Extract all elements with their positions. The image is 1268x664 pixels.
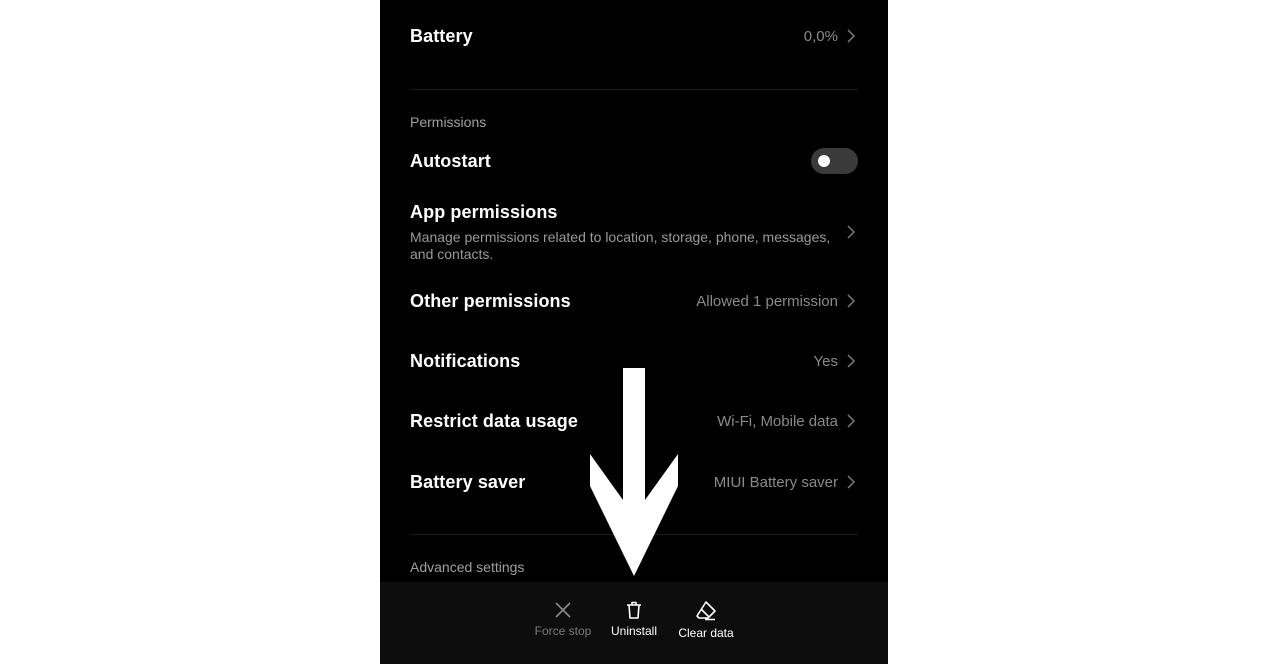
app-permissions-description: Manage permissions related to location, …	[410, 228, 831, 262]
divider	[410, 89, 858, 90]
battery-saver-value: MIUI Battery saver	[713, 473, 838, 491]
trash-icon	[627, 601, 641, 619]
force-stop-label: Force stop	[534, 624, 592, 638]
battery-saver-value-group: MIUI Battery saver	[714, 474, 858, 491]
battery-title: Battery	[410, 25, 473, 46]
battery-value: 0,0%	[803, 27, 838, 45]
section-permissions: Permissions	[410, 114, 487, 130]
battery-value-group: 0,0%	[804, 28, 858, 45]
notifications-title: Notifications	[410, 350, 521, 371]
chevron-right-icon	[847, 475, 856, 489]
eraser-icon	[696, 601, 716, 621]
chevron-right-icon	[847, 29, 856, 43]
autostart-toggle[interactable]	[811, 148, 858, 174]
uninstall-button[interactable]: Uninstall	[606, 600, 662, 638]
notifications-value: Yes	[813, 352, 838, 370]
arrow-down-annotation-icon	[590, 368, 678, 576]
close-icon	[555, 602, 571, 618]
battery-row[interactable]: Battery 0,0%	[410, 22, 858, 50]
other-permissions-value-group: Allowed 1 permission	[696, 293, 858, 310]
autostart-title: Autostart	[410, 150, 491, 171]
app-permissions-text: App permissions Manage permissions relat…	[410, 202, 838, 263]
battery-saver-title: Battery saver	[410, 471, 526, 492]
restrict-data-value-group: Wi-Fi, Mobile data	[717, 413, 858, 430]
restrict-data-title: Restrict data usage	[410, 410, 578, 431]
notifications-value-group: Yes	[814, 353, 858, 370]
bottom-action-bar: Force stop Uninstall Clear data	[380, 582, 888, 664]
chevron-right-icon	[847, 414, 856, 428]
other-permissions-value: Allowed 1 permission	[696, 292, 838, 310]
app-permissions-title: App permissions	[410, 201, 558, 222]
chevron-right-icon	[847, 294, 856, 308]
other-permissions-row[interactable]: Other permissions Allowed 1 permission	[410, 287, 858, 315]
uninstall-label: Uninstall	[610, 624, 658, 638]
autostart-row[interactable]: Autostart	[410, 147, 858, 175]
restrict-data-value: Wi-Fi, Mobile data	[717, 412, 838, 430]
other-permissions-title: Other permissions	[410, 290, 571, 311]
clear-data-label: Clear data	[678, 626, 734, 640]
chevron-right-icon	[847, 225, 856, 239]
chevron-right-icon	[847, 354, 856, 368]
section-advanced-settings: Advanced settings	[410, 559, 525, 575]
toggle-knob	[818, 155, 830, 167]
clear-data-button[interactable]: Clear data	[674, 600, 738, 640]
app-permissions-row[interactable]: App permissions Manage permissions relat…	[410, 202, 858, 262]
force-stop-button[interactable]: Force stop	[533, 600, 593, 638]
